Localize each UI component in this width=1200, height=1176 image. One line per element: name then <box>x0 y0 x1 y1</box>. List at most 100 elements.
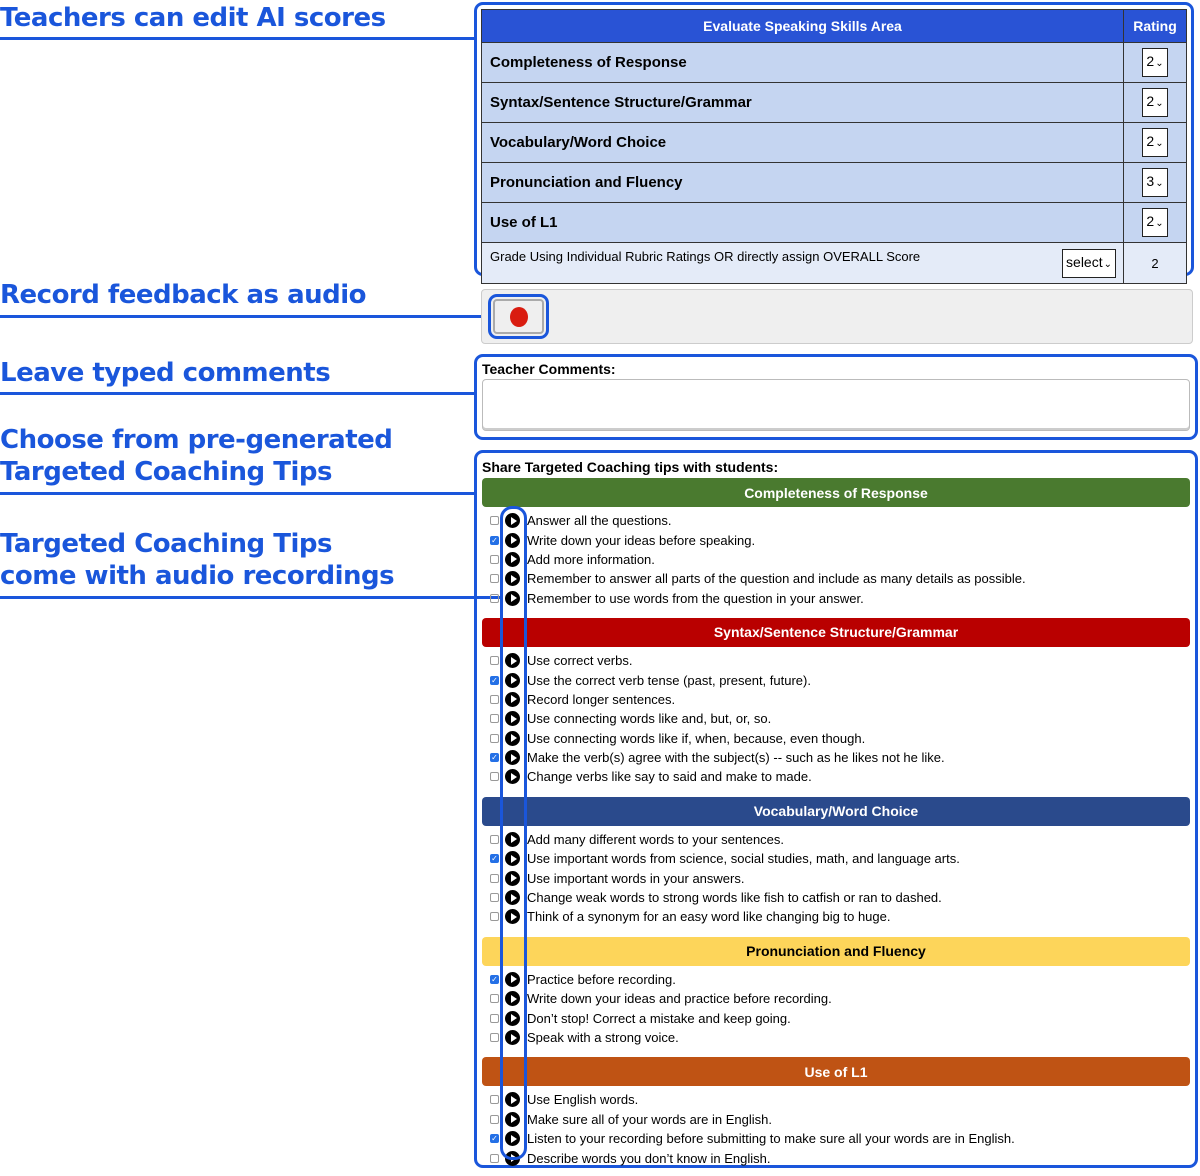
rating-select[interactable]: 3⌄ <box>1142 168 1168 197</box>
overall-score-select[interactable]: select⌄ <box>1062 248 1116 278</box>
tip-checkbox[interactable]: ✓ <box>490 675 499 685</box>
tip-checkbox[interactable]: ✓ <box>490 753 499 763</box>
overall-label: Grade Using Individual Rubric Ratings OR… <box>490 248 921 264</box>
tip-list: Use English words. Make sure all of your … <box>482 1086 1190 1176</box>
rubric-rating-cell: 3⌄ <box>1123 162 1187 203</box>
tip-item: Think of a synonym for an easy word like… <box>482 907 1190 926</box>
tip-checkbox[interactable] <box>490 1095 499 1105</box>
tip-item: Use connecting words like and, but, or, … <box>482 709 1190 728</box>
tip-item: Answer all the questions. <box>482 511 1190 530</box>
tip-checkbox[interactable] <box>490 554 499 564</box>
tip-text: Change weak words to strong words like f… <box>527 890 942 906</box>
tip-text: Remember to use words from the question … <box>527 590 864 606</box>
tip-checkbox[interactable] <box>490 912 499 922</box>
tip-text: Use correct verbs. <box>527 653 633 669</box>
tip-item: Remember to answer all parts of the ques… <box>482 569 1190 588</box>
tip-text: Use English words. <box>527 1092 639 1108</box>
overall-score-row: Grade Using Individual Rubric Ratings OR… <box>481 242 1187 284</box>
rating-value: 2 <box>1146 133 1155 149</box>
rating-select[interactable]: 2⌄ <box>1142 88 1168 117</box>
rubric-area-label: Use of L1 <box>481 202 1124 243</box>
tip-checkbox[interactable] <box>490 574 499 584</box>
record-icon <box>509 306 528 327</box>
rating-value: 2 <box>1146 93 1155 109</box>
record-button[interactable] <box>488 294 549 339</box>
callout-line-2: come with audio recordings <box>0 561 395 591</box>
tip-checkbox[interactable] <box>490 1153 499 1163</box>
tip-item: ✓ Listen to your recording before submitt… <box>482 1129 1190 1148</box>
rubric-panel: Evaluate Speaking Skills Area Rating Com… <box>474 2 1194 284</box>
chevron-down-icon: ⌄ <box>1155 218 1164 229</box>
rubric-rating-cell: 2⌄ <box>1123 82 1187 123</box>
tip-checkbox[interactable]: ✓ <box>490 854 499 864</box>
chevron-down-icon: ⌄ <box>1103 258 1112 270</box>
tip-text: Listen to your recording before submitti… <box>527 1131 1015 1147</box>
tip-checkbox[interactable] <box>490 994 499 1004</box>
tip-item: Change verbs like say to said and make t… <box>482 767 1190 786</box>
tip-item: Make sure all of your words are in Engli… <box>482 1110 1190 1129</box>
tip-text: Answer all the questions. <box>527 513 672 529</box>
tip-item: Record longer sentences. <box>482 690 1190 709</box>
callout-connector <box>0 392 476 395</box>
tip-item: Use correct verbs. <box>482 651 1190 670</box>
callout-choose-tips: Choose from pre-generated Targeted Coach… <box>0 424 393 488</box>
tip-checkbox[interactable]: ✓ <box>490 974 499 984</box>
tip-item: Describe words you don’t know in English… <box>482 1148 1190 1167</box>
tip-checkbox[interactable] <box>490 516 499 526</box>
tip-item: Add more information. <box>482 550 1190 569</box>
tip-category-header: Pronunciation and Fluency <box>482 936 1190 966</box>
tip-text: Add more information. <box>527 551 655 567</box>
rubric-rating-cell: 2⌄ <box>1123 122 1187 163</box>
rating-select[interactable]: 2⌄ <box>1142 128 1168 157</box>
rubric-rating-cell: 2⌄ <box>1123 42 1187 83</box>
tip-checkbox[interactable]: ✓ <box>490 1134 499 1144</box>
audio-column-highlight <box>500 506 527 1160</box>
tip-text: Record longer sentences. <box>527 691 676 707</box>
tip-item: Write down your ideas and practice befor… <box>482 989 1190 1008</box>
tip-checkbox[interactable] <box>490 1013 499 1023</box>
tip-checkbox[interactable] <box>490 714 499 724</box>
overall-cell: Grade Using Individual Rubric Ratings OR… <box>481 242 1124 284</box>
tip-checkbox[interactable] <box>490 656 499 666</box>
tip-text: Think of a synonym for an easy word like… <box>527 909 891 925</box>
tip-checkbox[interactable] <box>490 834 499 844</box>
record-button-face[interactable] <box>493 299 544 334</box>
tip-item: ✓ Practice before recording. <box>482 970 1190 989</box>
tip-checkbox[interactable] <box>490 1033 499 1042</box>
coaching-tips-panel: Share Targeted Coaching tips with studen… <box>474 450 1198 1168</box>
tip-checkbox[interactable] <box>490 893 499 903</box>
tip-checkbox[interactable] <box>490 694 499 704</box>
rubric-area-label: Completeness of Response <box>481 42 1124 83</box>
tip-text: Write down your ideas before speaking. <box>527 532 756 548</box>
overall-score-value: 2 <box>1123 242 1187 284</box>
tip-checkbox[interactable] <box>490 873 499 883</box>
tip-item: Don’t stop! Correct a mistake and keep g… <box>482 1008 1190 1027</box>
tip-list: Add many different words to your sentenc… <box>482 826 1190 935</box>
tip-checkbox[interactable] <box>490 593 499 603</box>
rating-select[interactable]: 2⌄ <box>1142 48 1168 77</box>
tip-item: ✓ Write down your ideas before speaking. <box>482 530 1190 549</box>
rating-select[interactable]: 2⌄ <box>1142 208 1168 237</box>
tip-text: Use connecting words like and, but, or, … <box>527 711 772 727</box>
chevron-down-icon: ⌄ <box>1155 178 1164 189</box>
tip-text: Write down your ideas and practice befor… <box>527 991 832 1007</box>
tip-text: Use important words in your answers. <box>527 870 745 886</box>
tip-item: Use connecting words like if, when, beca… <box>482 729 1190 748</box>
tip-checkbox[interactable] <box>490 733 499 743</box>
tip-checkbox[interactable]: ✓ <box>490 535 499 545</box>
teacher-comments-panel: Teacher Comments: <box>474 354 1198 440</box>
tip-text: Don’t stop! Correct a mistake and keep g… <box>527 1010 791 1026</box>
callout-line-1: Choose from pre-generated <box>0 425 393 455</box>
tip-checkbox[interactable] <box>490 772 499 782</box>
tip-checkbox[interactable] <box>490 1114 499 1124</box>
rubric-area-label: Vocabulary/Word Choice <box>481 122 1124 163</box>
tip-item: ✓ Use important words from science, socia… <box>482 849 1190 868</box>
tip-category-header: Vocabulary/Word Choice <box>482 796 1190 826</box>
teacher-comments-input[interactable] <box>482 379 1190 431</box>
rating-value: 3 <box>1146 173 1155 189</box>
rubric-area-label: Pronunciation and Fluency <box>481 162 1124 203</box>
callout-line-2: Targeted Coaching Tips <box>0 457 332 487</box>
tip-item: Use English words. <box>482 1090 1190 1109</box>
header-area: Evaluate Speaking Skills Area <box>481 9 1124 43</box>
callout-connector <box>0 315 490 318</box>
